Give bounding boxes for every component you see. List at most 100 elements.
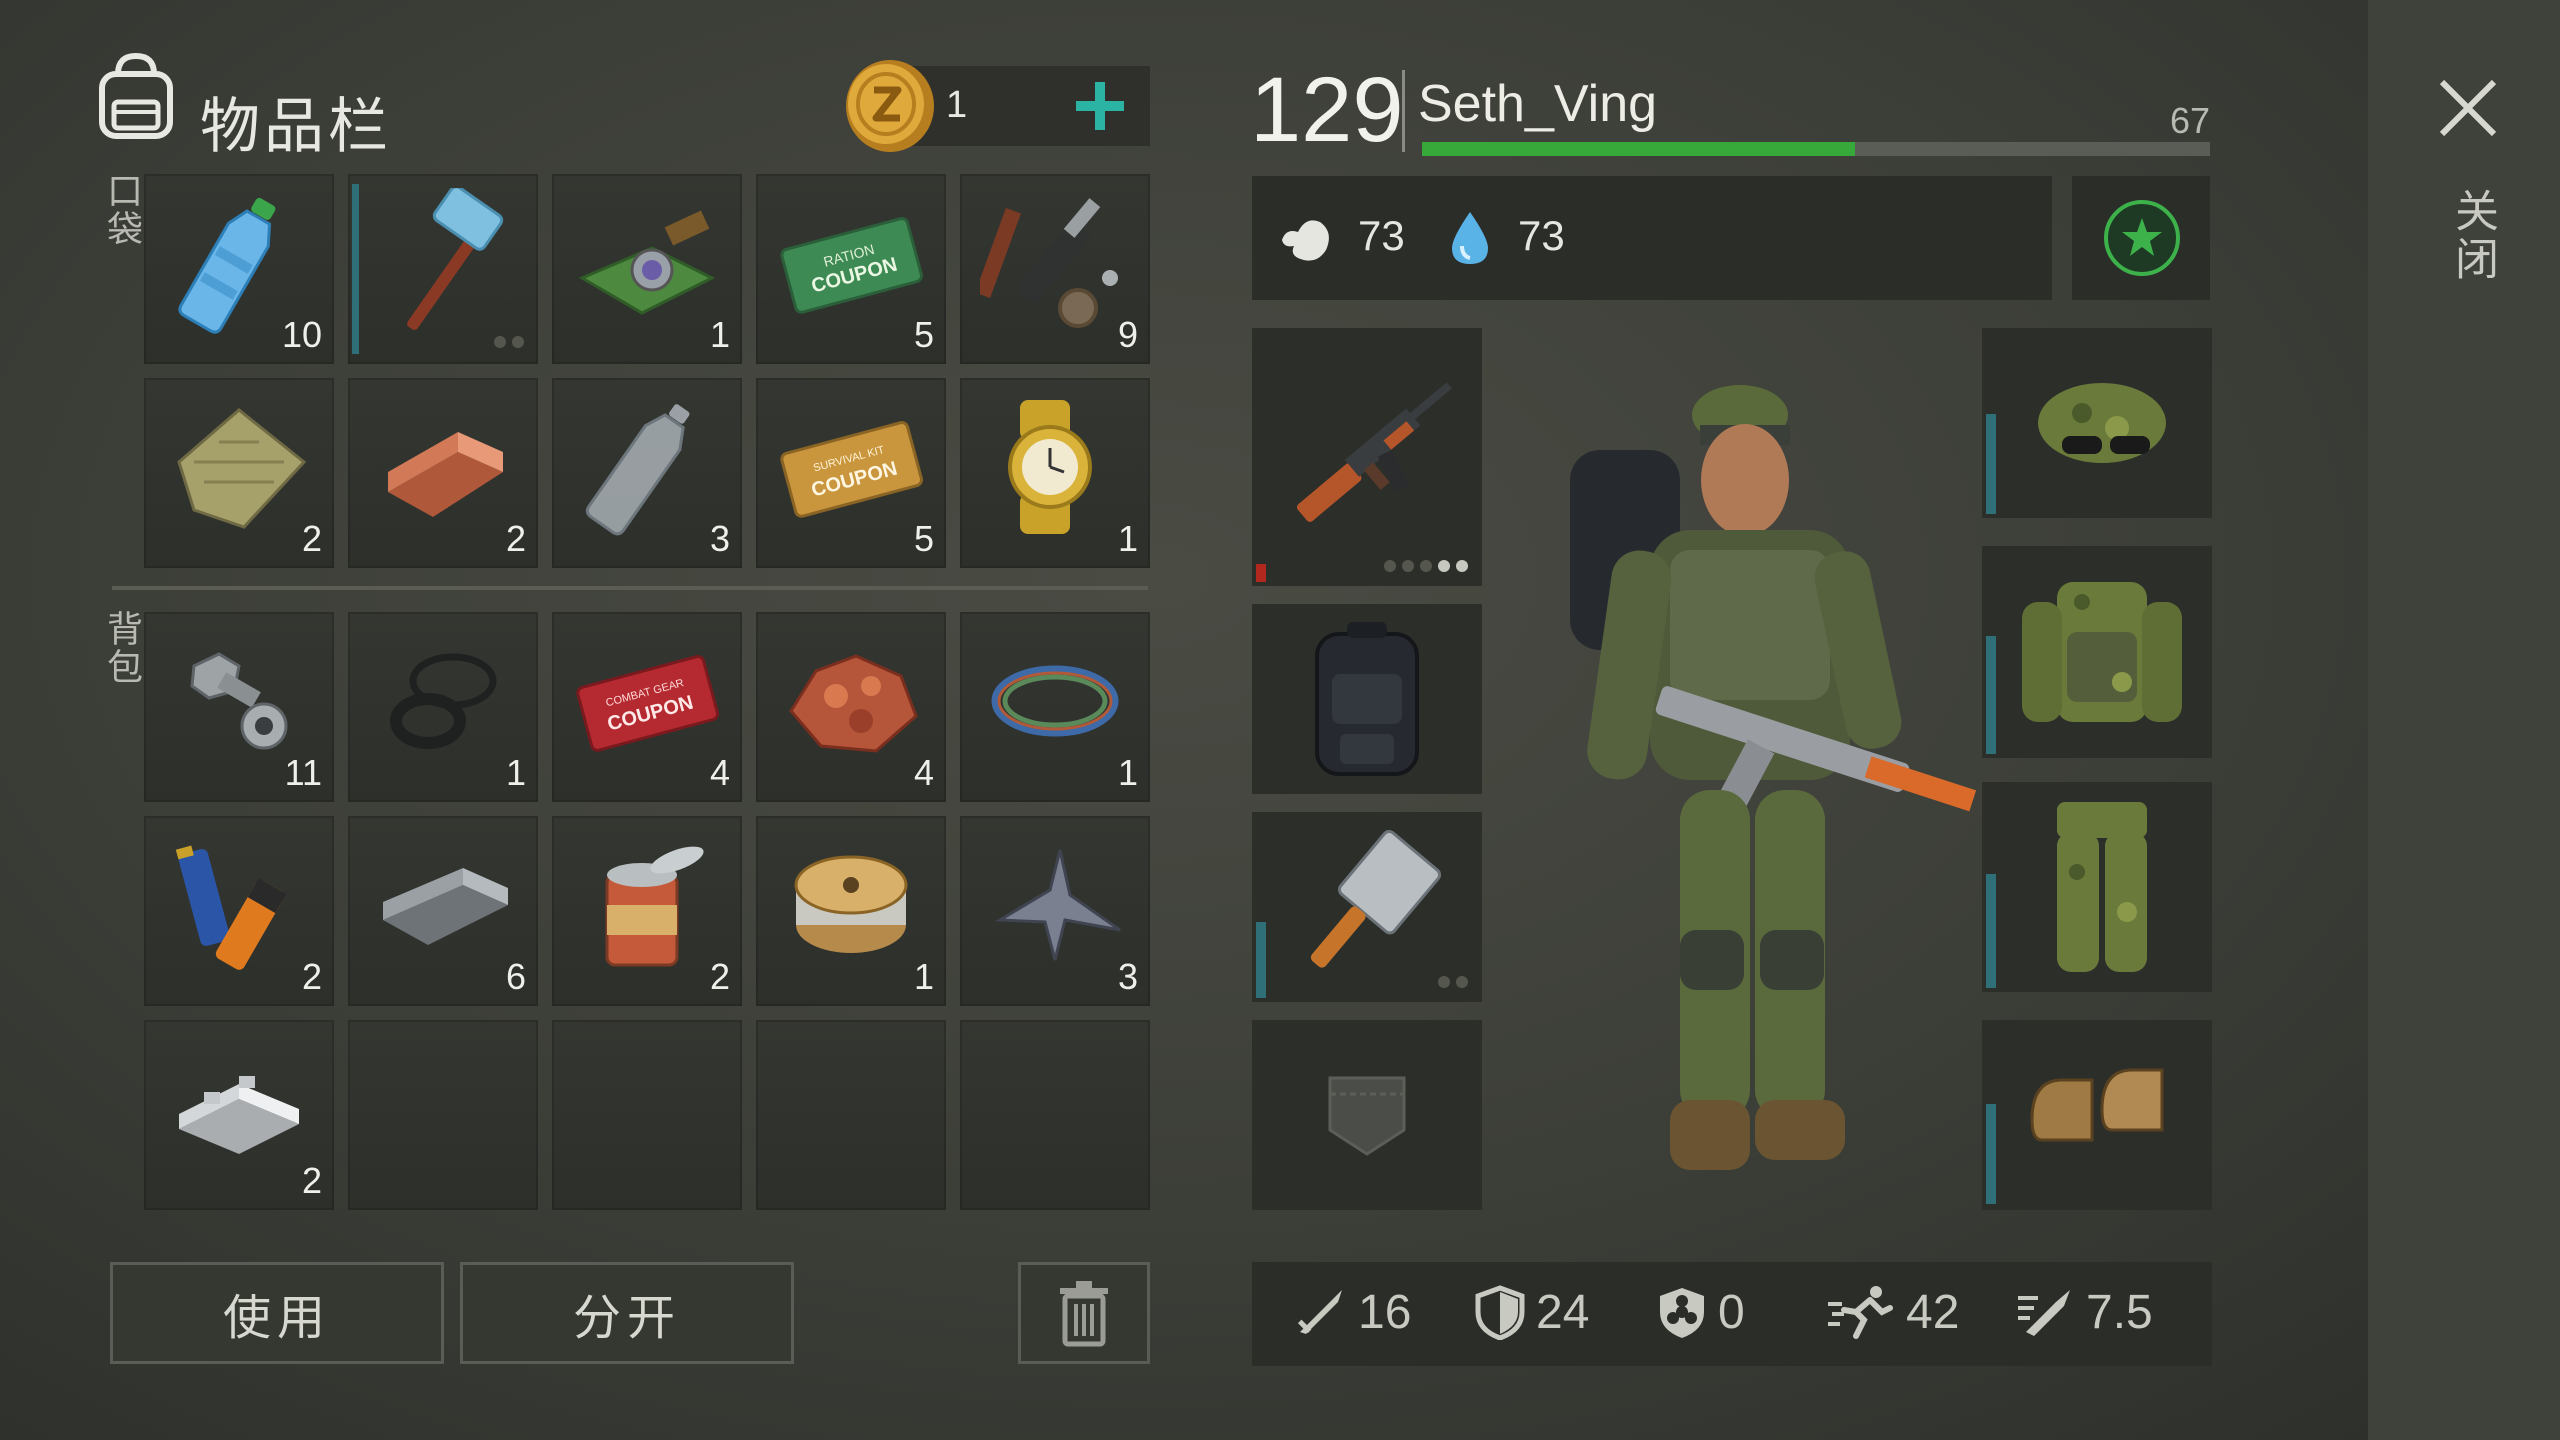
armor-value: 24: [1536, 1285, 1590, 1339]
cloth-scrap-icon: [177, 408, 307, 529]
backpack-slot[interactable]: 11: [144, 612, 334, 802]
pocket-slot[interactable]: 2: [348, 378, 538, 568]
pocket-slot[interactable]: [348, 174, 538, 364]
pocket-slot[interactable]: 3: [552, 378, 742, 568]
assault-rifle-icon: [1296, 382, 1452, 522]
body-slot[interactable]: [1982, 546, 2212, 758]
backpack-slot-empty[interactable]: [756, 1020, 946, 1210]
hammer-icon: [407, 188, 504, 330]
camera-module-icon: [578, 210, 716, 315]
quality-dots: [494, 336, 524, 348]
camo-pants-icon: [2057, 802, 2147, 972]
item-count: 2: [301, 956, 322, 997]
item-count: 1: [1117, 752, 1138, 793]
combat-gear-coupon-icon: COMBAT GEAR COUPON: [576, 655, 719, 752]
biohazard-shield-icon: [1660, 1288, 1704, 1338]
pocket-slot[interactable]: RATION COUPON 5: [756, 174, 946, 364]
durability-bar: [1986, 1104, 1996, 1204]
coin-icon: [846, 60, 934, 152]
pocket-icon: [1328, 1076, 1406, 1156]
backpack-slot[interactable]: 4: [756, 612, 946, 802]
durability-bar: [352, 184, 359, 354]
backpack-slot[interactable]: 2: [144, 1020, 334, 1210]
backpack-icon: [99, 52, 173, 139]
durability-bar: [1986, 874, 1996, 988]
water-drop-icon: [1452, 212, 1488, 264]
weapon-slot[interactable]: [1252, 328, 1482, 586]
batteries-icon: [175, 845, 287, 970]
backpack-slot[interactable]: 2: [552, 816, 742, 1006]
item-count: 5: [913, 314, 934, 355]
stealth-knife-icon: [2018, 1290, 2070, 1336]
coin-count: 1: [946, 84, 968, 126]
bio-protection-value: 0: [1718, 1285, 1745, 1339]
backpack-label: 背包: [102, 610, 143, 686]
backpack-slot-empty[interactable]: [552, 1020, 742, 1210]
inventory-title: 物品栏: [200, 93, 392, 160]
backpack-slot[interactable]: 6: [348, 816, 538, 1006]
feet-slot[interactable]: [1982, 1020, 2212, 1210]
pocket-equip-slot[interactable]: [1252, 1020, 1482, 1210]
backpack-slot[interactable]: 1: [348, 612, 538, 802]
add-coins-button[interactable]: [1072, 78, 1128, 134]
xp-bar: [1422, 142, 2210, 156]
player-name: Seth_Ving: [1418, 75, 1658, 133]
backpack-gear-icon: [1315, 622, 1419, 776]
item-count: 1: [913, 956, 934, 997]
backpack-slot-empty[interactable]: [960, 1020, 1150, 1210]
item-count: 11: [284, 752, 322, 793]
metal-scrap-icon: [994, 849, 1121, 961]
stealth-stat: 7.5: [2016, 1284, 2153, 1340]
stomach-icon: [1282, 220, 1329, 261]
backpack-slot-empty[interactable]: [348, 1020, 538, 1210]
split-button[interactable]: 分开: [460, 1262, 794, 1364]
star-badge-button[interactable]: [2102, 198, 2182, 278]
speed-value: 42: [1906, 1285, 1960, 1339]
backpack-slot[interactable]: 1: [756, 816, 946, 1006]
item-count: 6: [505, 956, 526, 997]
use-button[interactable]: 使用: [110, 1262, 444, 1364]
aluminum-bars-icon: [179, 1076, 299, 1154]
melee-slot[interactable]: [1252, 812, 1482, 1002]
player-level: 129: [1250, 59, 1404, 161]
stealth-value: 7.5: [2086, 1285, 2153, 1339]
bio-protection-stat: 0: [1656, 1284, 1745, 1340]
speed-stat: 42: [1826, 1284, 1959, 1340]
wire-coil-icon: [991, 665, 1119, 737]
backpack-slot-equip[interactable]: [1252, 604, 1482, 794]
armor-stat: 24: [1474, 1284, 1589, 1340]
item-count: 2: [709, 956, 730, 997]
pocket-slot[interactable]: 1: [960, 378, 1150, 568]
durability-bar: [1256, 922, 1266, 998]
pocket-label: 口袋: [102, 172, 143, 248]
item-count: 1: [709, 314, 730, 355]
boots-icon: [2030, 1068, 2164, 1142]
backpack-slot[interactable]: 3: [960, 816, 1150, 1006]
xp-value: 67: [2170, 100, 2211, 141]
pocket-slot[interactable]: 9: [960, 174, 1150, 364]
shield-icon: [1475, 1285, 1525, 1340]
pocket-slot[interactable]: 1: [552, 174, 742, 364]
wire-spool-icon: [794, 855, 908, 953]
close-icon[interactable]: [2436, 76, 2500, 140]
item-count: 2: [505, 518, 526, 559]
tin-can-icon: [605, 846, 704, 967]
hunger-value: 73: [1358, 212, 1405, 259]
pocket-slot[interactable]: SURVIVAL KIT COUPON 5: [756, 378, 946, 568]
legs-slot[interactable]: [1982, 782, 2212, 992]
trash-button[interactable]: [1018, 1262, 1150, 1364]
backpack-slot[interactable]: COMBAT GEAR COUPON 4: [552, 612, 742, 802]
pocket-slot[interactable]: 10: [144, 174, 334, 364]
item-count: 2: [301, 518, 322, 559]
section-divider: [112, 586, 1148, 590]
close-label[interactable]: 关闭: [2440, 188, 2504, 284]
backpack-slot[interactable]: 2: [144, 816, 334, 1006]
head-slot[interactable]: [1982, 328, 2212, 518]
backpack-slot[interactable]: 1: [960, 612, 1150, 802]
pocket-slot[interactable]: 2: [144, 378, 334, 568]
camo-jacket-icon: [2022, 582, 2182, 722]
durability-bar: [1986, 636, 1996, 754]
camo-cap-icon: [2038, 383, 2166, 463]
header-separator: [1402, 70, 1405, 152]
running-icon: [1828, 1286, 1893, 1339]
